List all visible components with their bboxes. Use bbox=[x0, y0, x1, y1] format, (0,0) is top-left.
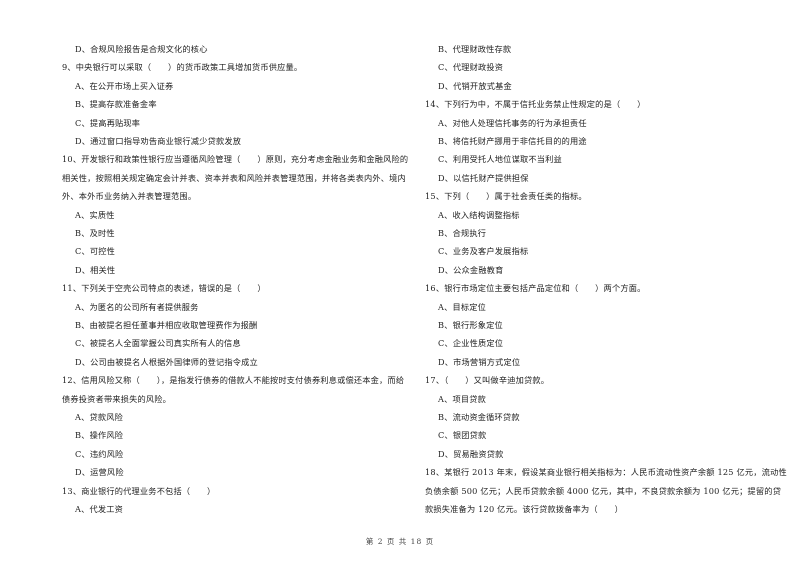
question-text-continued: 负债余额 500 亿元；人民币贷款余额 4000 亿元，其中，不良贷款余额为 1… bbox=[425, 485, 782, 496]
answer-option: C、银团贷款 bbox=[438, 430, 487, 441]
answer-option: B、及时性 bbox=[75, 228, 115, 238]
answer-option: A、在公开市场上买入证券 bbox=[75, 80, 174, 91]
answer-option: B、操作风险 bbox=[75, 430, 124, 441]
answer-option: D、合规风险报告是合规文化的核心 bbox=[75, 44, 208, 54]
answer-option: D、市场营销方式定位 bbox=[438, 356, 521, 367]
question-text-continued: 相关性，按照相关规定确定会计并表、资本并表和风险并表管理范围，并将各类表内外、境… bbox=[62, 172, 406, 183]
question-text: 13、商业银行的代理业务不包括（ ） bbox=[62, 485, 216, 496]
answer-option: B、由被提名担任董事并相应收取管理费作为报酬 bbox=[75, 320, 258, 330]
question-text: 15、下列（ ）属于社会责任类的指标。 bbox=[425, 191, 587, 202]
answer-option: A、代发工资 bbox=[75, 504, 124, 514]
answer-option: A、项目贷款 bbox=[438, 393, 487, 404]
question-text-continued: 款损失准备为 120 亿元。该行贷款拨备率为（ ） bbox=[425, 504, 623, 514]
answer-option: A、对他人处理信托事务的行为承担责任 bbox=[438, 117, 587, 128]
answer-option: C、被提名人全面掌握公司真实所有人的信息 bbox=[75, 338, 241, 349]
answer-option: D、公司由被提名人根据外国律师的登记指令成立 bbox=[75, 356, 258, 367]
answer-option: A、实质性 bbox=[75, 209, 115, 220]
question-text: 10、开发银行和政策性银行应当遵循风险管理（ ）原则，充分考虑金融业务和金融风险… bbox=[62, 154, 409, 165]
question-text: 12、信用风险又称（ ），是指发行债券的借款人不能按时支付债券利息或偿还本金，而… bbox=[62, 375, 405, 386]
question-text: 14、下列行为中，不属于信托业务禁止性规定的是（ ） bbox=[425, 99, 646, 110]
question-text: 11、下列关于空壳公司特点的表述，错误的是（ ） bbox=[62, 283, 266, 294]
question-text: 9、中央银行可以采取（ ）的货币政策工具增加货币供应量。 bbox=[62, 62, 303, 73]
answer-option: C、企业性质定位 bbox=[438, 338, 504, 349]
answer-option: B、提高存款准备金率 bbox=[75, 99, 157, 110]
answer-option: C、提高再贴现率 bbox=[75, 117, 141, 128]
question-text: 17、（ ）又叫做辛迪加贷款。 bbox=[425, 375, 550, 386]
answer-option: A、贷款风险 bbox=[75, 412, 124, 422]
answer-option: D、运营风险 bbox=[75, 467, 124, 478]
question-text-continued: 债券投资者带来损失的风险。 bbox=[62, 393, 172, 404]
answer-option: D、以信托财产提供担保 bbox=[438, 172, 529, 183]
question-text: 16、银行市场定位主要包括产品定位和（ ）两个方面。 bbox=[425, 283, 646, 294]
answer-option: D、贸易融资贷款 bbox=[438, 448, 504, 459]
answer-option: C、利用受托人地位谋取不当利益 bbox=[438, 154, 562, 165]
answer-option: A、收入结构调整指标 bbox=[438, 209, 520, 220]
answer-option: B、合规执行 bbox=[438, 228, 487, 238]
answer-option: B、将信托财产挪用于非信托目的的用途 bbox=[438, 136, 587, 146]
answer-option: D、代销开放式基金 bbox=[438, 80, 512, 91]
answer-option: B、银行形象定位 bbox=[438, 320, 503, 330]
answer-option: C、业务及客户发展指标 bbox=[438, 246, 529, 257]
answer-option: C、代理财政投资 bbox=[438, 62, 504, 73]
answer-option: C、可控性 bbox=[75, 246, 116, 257]
answer-option: D、通过窗口指导劝告商业银行减少贷款发放 bbox=[75, 136, 242, 146]
page-number: 第 2 页 共 18 页 bbox=[365, 537, 435, 546]
answer-option: D、公众金融教育 bbox=[438, 264, 504, 275]
question-text: 18、某银行 2013 年末，假设某商业银行相关指标为：人民币流动性资产余额 1… bbox=[425, 467, 787, 478]
answer-option: A、为匿名的公司所有者提供服务 bbox=[75, 301, 199, 312]
answer-option: C、违约风险 bbox=[75, 448, 124, 459]
question-text-continued: 外、本外币业务纳入并表管理范围。 bbox=[62, 191, 197, 202]
answer-option: B、流动资金循环贷款 bbox=[438, 412, 520, 422]
answer-option: B、代理财政性存款 bbox=[438, 44, 512, 54]
answer-option: D、相关性 bbox=[75, 264, 116, 275]
answer-option: A、目标定位 bbox=[438, 301, 487, 312]
